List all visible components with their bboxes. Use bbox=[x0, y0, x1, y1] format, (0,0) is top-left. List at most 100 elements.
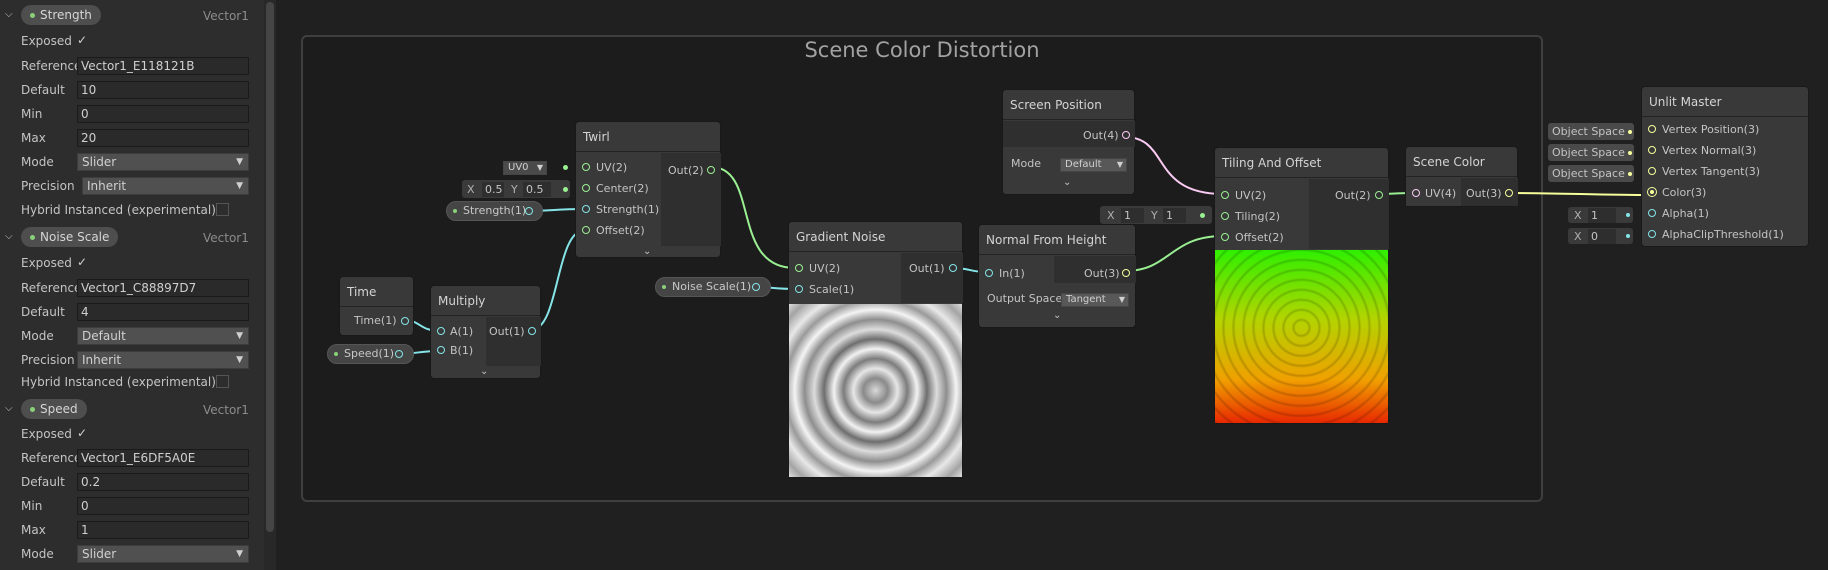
port-connector-icon[interactable] bbox=[1648, 167, 1656, 175]
property-node-strength[interactable]: Strength(1) bbox=[446, 201, 543, 221]
node-gradient-noise[interactable]: Gradient Noise UV(2) Scale(1) Out(1) bbox=[788, 221, 963, 478]
inline-dot-icon bbox=[563, 165, 568, 170]
port-connector-icon[interactable] bbox=[528, 327, 536, 335]
property-dot-icon bbox=[334, 352, 338, 356]
port-connector-icon[interactable] bbox=[985, 269, 993, 277]
port-connector-icon[interactable] bbox=[1648, 146, 1656, 154]
port-in: In(1) bbox=[999, 267, 1025, 280]
port-connector-icon[interactable] bbox=[437, 327, 445, 335]
noise-preview-image bbox=[789, 304, 962, 477]
tiling-preview-image bbox=[1215, 250, 1388, 423]
port-connector-icon[interactable] bbox=[582, 205, 590, 213]
port-out: Out(1) bbox=[909, 262, 945, 275]
port-tiling: Tiling(2) bbox=[1235, 210, 1281, 223]
port-b: B(1) bbox=[450, 344, 474, 357]
port-connector-icon[interactable] bbox=[1375, 191, 1383, 199]
property-node-speed[interactable]: Speed(1) bbox=[327, 344, 414, 364]
port-connector-icon[interactable] bbox=[752, 283, 760, 291]
node-multiply[interactable]: Multiply A(1) B(1) Out(1) ⌄ bbox=[430, 285, 541, 379]
property-dot-icon bbox=[453, 209, 457, 213]
port-connector-icon[interactable] bbox=[1221, 233, 1229, 241]
port-connector-icon[interactable] bbox=[582, 226, 590, 234]
node-time[interactable]: Time Time(1) bbox=[339, 276, 414, 336]
port-connector-icon[interactable] bbox=[582, 163, 590, 171]
port-connector-icon[interactable] bbox=[401, 317, 409, 325]
port-uv: UV(2) bbox=[1235, 189, 1267, 202]
inline-dot-icon bbox=[1200, 213, 1205, 218]
port-connector-icon[interactable] bbox=[395, 350, 403, 358]
space-chip[interactable]: Object Space bbox=[1548, 165, 1634, 182]
tiling-x-field[interactable]: 1 bbox=[1121, 208, 1144, 223]
port-out: Out(3) bbox=[1466, 187, 1502, 200]
screen-position-mode-dropdown[interactable]: Default ▼ bbox=[1060, 158, 1127, 172]
port-a: A(1) bbox=[450, 325, 474, 338]
node-title: Time bbox=[340, 277, 413, 307]
node-scene-color[interactable]: Scene Color UV(4) Out(3) bbox=[1405, 146, 1518, 207]
port-color: Color(3) bbox=[1662, 186, 1707, 199]
wire-twirl-to-noise bbox=[710, 166, 796, 269]
port-out: Out(2) bbox=[1335, 189, 1371, 202]
port-out: Out(2) bbox=[668, 164, 704, 177]
clip-x-label: X bbox=[1574, 230, 1582, 243]
center-x-label: X bbox=[467, 183, 475, 196]
port-connector-icon[interactable] bbox=[1648, 209, 1656, 217]
center-y-field[interactable]: 0.5 bbox=[523, 182, 551, 197]
port-connector-icon[interactable] bbox=[1122, 131, 1130, 139]
port-connector-icon[interactable] bbox=[1648, 230, 1656, 238]
twirl-uv-default-dropdown[interactable]: UV0 ▼ bbox=[503, 161, 547, 175]
port-connector-icon[interactable] bbox=[1648, 188, 1656, 196]
port-connector-icon[interactable] bbox=[1221, 212, 1229, 220]
node-normal-from-height[interactable]: Normal From Height In(1) Out(3) Output S… bbox=[978, 224, 1136, 328]
node-unlit-master[interactable]: Unlit Master Vertex Position(3) Vertex N… bbox=[1641, 86, 1809, 247]
port-connector-icon[interactable] bbox=[707, 166, 715, 174]
collapse-chevron-icon[interactable]: ⌄ bbox=[1063, 177, 1071, 188]
port-offset: Offset(2) bbox=[596, 224, 645, 237]
collapse-chevron-icon[interactable]: ⌄ bbox=[1053, 310, 1061, 321]
port-out: Out(3) bbox=[1084, 267, 1120, 280]
port-uv: UV(4) bbox=[1425, 187, 1457, 200]
port-alpha: Alpha(1) bbox=[1662, 207, 1709, 220]
node-title: Normal From Height bbox=[979, 225, 1135, 255]
node-title: Screen Position bbox=[1003, 90, 1134, 120]
alpha-field[interactable]: 1 bbox=[1588, 208, 1616, 223]
node-twirl[interactable]: Twirl UV(2) Center(2) Strength(1) Offset… bbox=[575, 121, 721, 258]
port-connector-icon[interactable] bbox=[525, 207, 533, 215]
node-screen-position[interactable]: Screen Position Out(4) Mode Default ▼ ⌄ bbox=[1002, 89, 1135, 195]
port-connector-icon[interactable] bbox=[795, 285, 803, 293]
mode-label: Mode bbox=[1011, 157, 1041, 170]
property-node-noise-scale[interactable]: Noise Scale(1) bbox=[655, 277, 771, 297]
port-connector-icon[interactable] bbox=[582, 184, 590, 192]
port-connector-icon[interactable] bbox=[949, 264, 957, 272]
property-node-label: Speed(1) bbox=[344, 347, 395, 360]
port-connector-icon[interactable] bbox=[1648, 125, 1656, 133]
property-node-label: Noise Scale(1) bbox=[672, 280, 752, 293]
tiling-y-field[interactable]: 1 bbox=[1163, 208, 1186, 223]
port-connector-icon[interactable] bbox=[437, 346, 445, 354]
port-connector-icon[interactable] bbox=[1412, 189, 1420, 197]
port-scale: Scale(1) bbox=[809, 283, 855, 296]
node-tiling-and-offset[interactable]: Tiling And Offset UV(2) Tiling(2) Offset… bbox=[1214, 147, 1389, 424]
node-title: Tiling And Offset bbox=[1215, 148, 1388, 178]
node-title: Gradient Noise bbox=[789, 222, 962, 252]
space-chip[interactable]: Object Space bbox=[1548, 123, 1634, 140]
port-vertex-position: Vertex Position(3) bbox=[1662, 123, 1760, 136]
port-connector-icon[interactable] bbox=[1221, 191, 1229, 199]
space-chip[interactable]: Object Space bbox=[1548, 144, 1634, 161]
inline-dot-icon bbox=[563, 187, 568, 192]
port-connector-icon[interactable] bbox=[1122, 269, 1130, 277]
clip-field[interactable]: 0 bbox=[1588, 229, 1616, 244]
property-dot-icon bbox=[662, 285, 666, 289]
inline-dot-icon bbox=[1628, 130, 1632, 134]
collapse-chevron-icon[interactable]: ⌄ bbox=[480, 366, 488, 377]
port-uv: UV(2) bbox=[596, 161, 628, 174]
center-x-field[interactable]: 0.5 bbox=[482, 182, 504, 197]
port-connector-icon[interactable] bbox=[795, 264, 803, 272]
collapse-chevron-icon[interactable]: ⌄ bbox=[643, 246, 651, 257]
inline-dot-icon bbox=[1626, 213, 1630, 217]
port-out: Out(1) bbox=[489, 325, 525, 338]
mode-value: Default bbox=[1065, 159, 1102, 170]
port-connector-icon[interactable] bbox=[1505, 189, 1513, 197]
property-node-label: Strength(1) bbox=[463, 204, 527, 217]
center-y-label: Y bbox=[511, 183, 518, 196]
output-space-dropdown[interactable]: Tangent ▼ bbox=[1061, 293, 1129, 307]
